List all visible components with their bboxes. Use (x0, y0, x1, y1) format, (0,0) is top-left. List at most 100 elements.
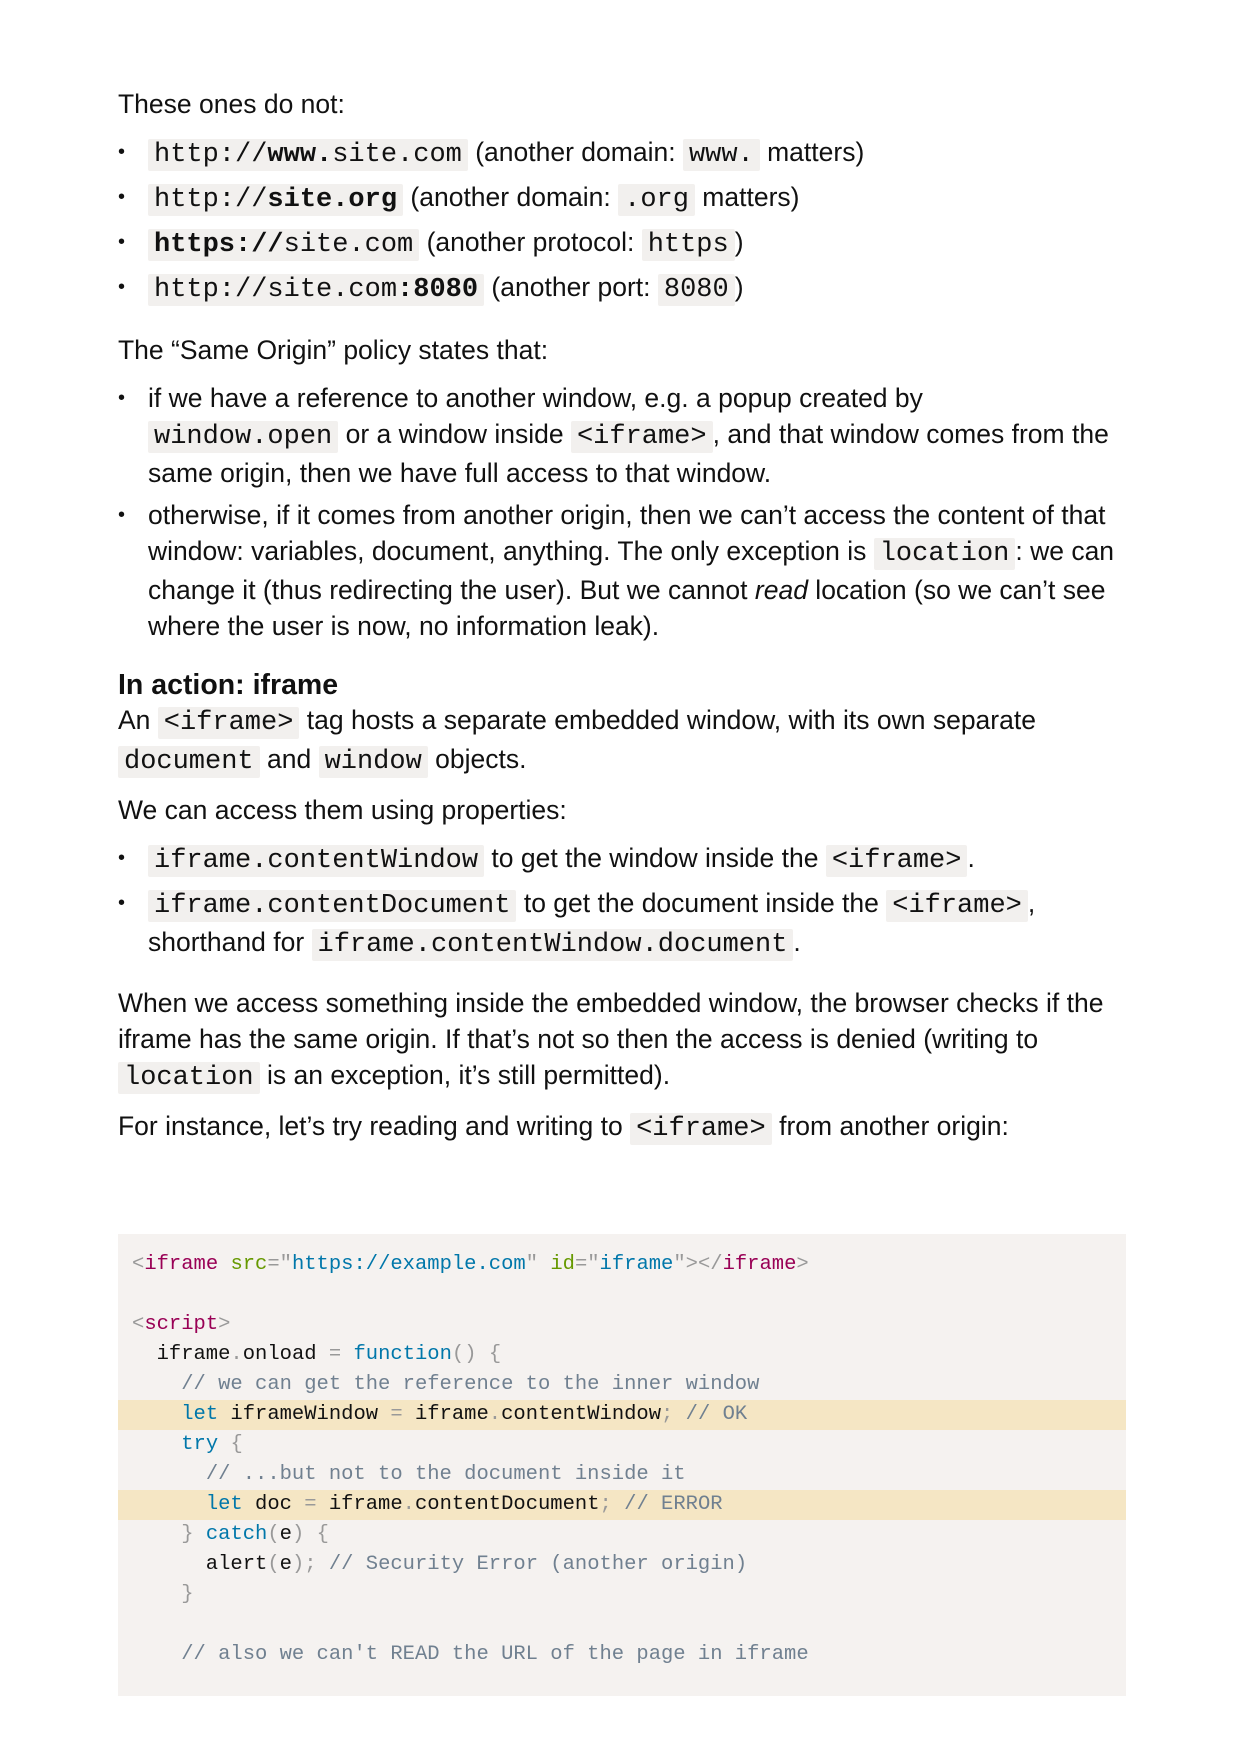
code-token: = (328, 1343, 342, 1366)
section-heading: In action: iframe (118, 669, 339, 701)
list-item: http://site.com:8080 (another port: 8080… (118, 269, 1126, 314)
list-item: https://site.com (another protocol: http… (118, 224, 1126, 269)
code-token: // OK (685, 1403, 748, 1426)
code-token: // Security Error (another origin) (328, 1553, 748, 1576)
policy-list: if we have a reference to another window… (118, 380, 1126, 644)
code-token: < (132, 1313, 145, 1336)
props-list: iframe.contentWindow to get the window i… (118, 840, 1126, 963)
code-token: ( (267, 1523, 280, 1546)
code-token: ( (267, 1553, 280, 1576)
intro-not-same: These ones do not: (118, 89, 345, 119)
code-token: { (316, 1523, 329, 1546)
document-body: These ones do not: http://www.site.com (… (118, 86, 1126, 1147)
code-line: <script> (118, 1310, 1126, 1340)
code-token: ; (661, 1403, 674, 1426)
code-token: e (279, 1553, 292, 1576)
code-token: } (181, 1523, 194, 1546)
code-token: . (230, 1343, 243, 1366)
code-line: <iframe src="https://example.com" id="if… (118, 1250, 1126, 1280)
code-token: < (132, 1253, 145, 1276)
code-token: alert (132, 1553, 268, 1576)
code-token: let (205, 1493, 243, 1516)
code-line: } catch(e) { (118, 1520, 1126, 1550)
code-line: // ...but not to the document inside it (118, 1460, 1126, 1490)
code-token: e (279, 1523, 292, 1546)
code-token: iframe (402, 1403, 489, 1426)
code-token: src (230, 1253, 268, 1276)
code-token: ; (599, 1493, 612, 1516)
code-token: script (144, 1313, 219, 1336)
code-token: . (402, 1493, 415, 1516)
policy-intro: The “Same Origin” policy states that: (118, 335, 549, 365)
code-token: // ...but not to the document inside it (205, 1463, 686, 1486)
code-token: try (181, 1433, 219, 1456)
code-line: try { (118, 1430, 1126, 1460)
code-line: // we can get the reference to the inner… (118, 1370, 1126, 1400)
code-token: // also we can't READ the URL of the pag… (181, 1643, 809, 1666)
list-item: otherwise, if it comes from another orig… (118, 497, 1126, 644)
code-token: iframeWindow (218, 1403, 391, 1426)
url-list: http://www.site.com (another domain: www… (118, 134, 1126, 314)
list-item: iframe.contentDocument to get the docume… (118, 885, 1126, 963)
url-code: http://www.site.com (148, 139, 468, 171)
code-line: } (118, 1580, 1126, 1610)
url-code: https://site.com (148, 229, 420, 261)
url-code: http://site.com:8080 (148, 274, 485, 306)
code-token: . (488, 1403, 502, 1426)
access-intro: We can access them using properties: (118, 795, 567, 825)
code-token: iframe (132, 1343, 231, 1366)
code-line: iframe.onload = function() { (118, 1340, 1126, 1370)
code-token: contentDocument (414, 1493, 600, 1516)
code-token: // ERROR (624, 1493, 723, 1516)
code-token: doc (242, 1493, 305, 1516)
code-token: iframe (599, 1253, 674, 1276)
list-item: http://www.site.com (another domain: www… (118, 134, 1126, 179)
list-item: http://site.org (another domain: .org ma… (118, 179, 1126, 224)
code-token: = (304, 1493, 317, 1516)
code-token: iframe (316, 1493, 403, 1516)
code-token: catch (205, 1523, 268, 1546)
code-token: () (451, 1343, 477, 1366)
code-token: > (218, 1313, 231, 1336)
url-code: http://site.org (148, 184, 404, 216)
code-token: https://example.com (291, 1253, 526, 1276)
code-block: <iframe src="https://example.com" id="if… (118, 1234, 1126, 1696)
code-token: ); (291, 1553, 317, 1576)
code-token: "></ (673, 1253, 723, 1276)
code-token: > (796, 1253, 809, 1276)
highlighted-code-line: let doc = iframe.contentDocument; // ERR… (118, 1490, 1126, 1520)
code-token: onload (242, 1343, 329, 1366)
code-token: " (525, 1253, 539, 1276)
code-token: let (181, 1403, 219, 1426)
list-item: if we have a reference to another window… (118, 380, 1126, 491)
highlighted-code-line: let iframeWindow = iframe.contentWindow;… (118, 1400, 1126, 1430)
check-paragraph: When we access something inside the embe… (118, 988, 1104, 1094)
code-line: alert(e); // Security Error (another ori… (118, 1550, 1126, 1580)
code-token: // we can get the reference to the inner… (181, 1373, 760, 1396)
code-token: contentWindow (501, 1403, 662, 1426)
code-token: iframe (144, 1253, 219, 1276)
code-token: =" (574, 1253, 600, 1276)
list-item: iframe.contentWindow to get the window i… (118, 840, 1126, 879)
code-token: { (230, 1433, 243, 1456)
instance-paragraph: For instance, let’s try reading and writ… (118, 1111, 1009, 1145)
code-token: id (550, 1253, 575, 1276)
code-token: { (488, 1343, 502, 1366)
iframe-paragraph: An <iframe> tag hosts a separate embedde… (118, 705, 1036, 778)
